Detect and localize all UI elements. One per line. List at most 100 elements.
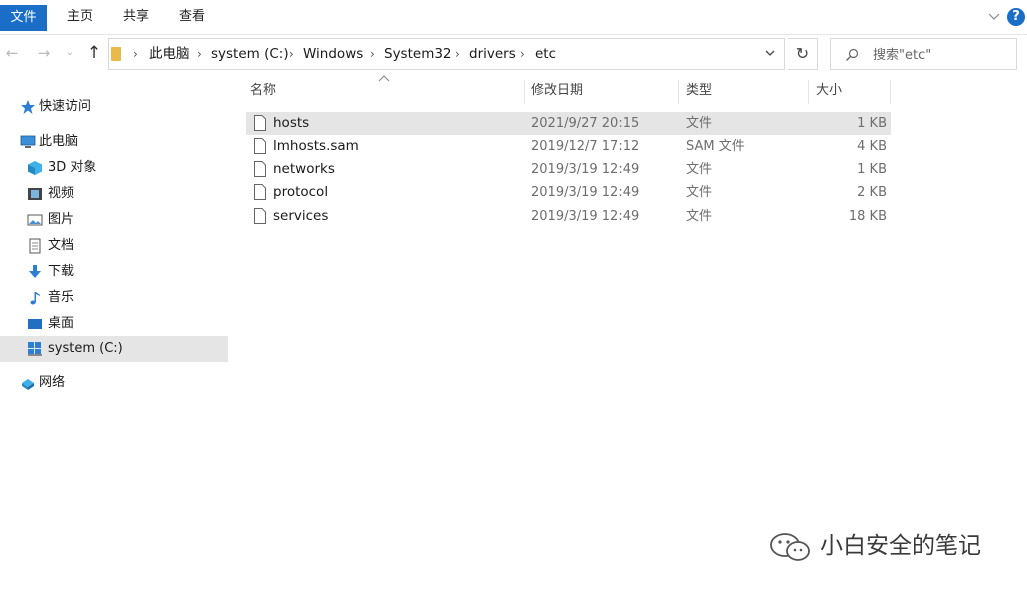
file-date: 2019/12/7 17:12 — [531, 139, 640, 154]
file-size: 4 KB — [857, 139, 887, 154]
file-row[interactable]: networks 2019/3/19 12:49 文件 1 KB — [246, 158, 891, 181]
sidebar-item-documents[interactable]: 文档 — [0, 233, 228, 259]
file-name: hosts — [273, 115, 310, 131]
file-type: 文件 — [686, 116, 713, 131]
file-size: 18 KB — [848, 209, 887, 224]
column-divider[interactable] — [808, 80, 809, 104]
sidebar-item-desktop[interactable]: 桌面 — [0, 311, 228, 337]
file-date: 2021/9/27 20:15 — [531, 116, 640, 131]
sidebar-item-label: 视频 — [48, 186, 75, 201]
search-icon — [846, 48, 859, 61]
chevron-right-icon[interactable]: › — [289, 39, 294, 69]
file-name: networks — [273, 161, 335, 177]
file-name: lmhosts.sam — [273, 138, 359, 154]
breadcrumb-etc[interactable]: etc — [535, 39, 556, 69]
breadcrumb-windows[interactable]: Windows — [303, 39, 363, 69]
file-icon — [254, 208, 266, 224]
back-button[interactable]: ← — [2, 42, 22, 64]
computer-icon — [20, 135, 36, 148]
network-icon — [22, 379, 34, 390]
sidebar-item-label: 下载 — [48, 264, 75, 279]
breadcrumb-system32[interactable]: System32 — [384, 39, 452, 69]
sidebar-item-label: 图片 — [48, 212, 75, 227]
column-header-type[interactable]: 类型 — [686, 78, 712, 104]
file-size: 1 KB — [857, 116, 887, 131]
ribbon: 文件 主页 共享 查看 ? — [0, 0, 1027, 35]
recent-locations-button[interactable]: ⌄ — [60, 42, 80, 64]
sidebar-item-label: 3D 对象 — [48, 160, 97, 175]
column-header-size[interactable]: 大小 — [816, 78, 842, 104]
file-icon — [254, 161, 266, 177]
sidebar-item-3d-objects[interactable]: 3D 对象 — [0, 155, 228, 181]
sidebar-item-videos[interactable]: 视频 — [0, 181, 228, 207]
address-dropdown-icon[interactable] — [763, 46, 777, 60]
chevron-down-icon[interactable] — [986, 8, 1002, 24]
document-icon — [29, 238, 41, 254]
file-type: SAM 文件 — [686, 139, 745, 154]
sidebar-item-system-c[interactable]: system (C:) — [0, 336, 228, 362]
file-icon — [254, 115, 266, 131]
file-size: 1 KB — [857, 162, 887, 177]
address-bar[interactable]: › 此电脑 › system (C:) › Windows › System32… — [108, 38, 785, 70]
column-header-name[interactable]: 名称 — [250, 78, 276, 104]
column-header-date[interactable]: 修改日期 — [531, 78, 583, 104]
file-row[interactable]: hosts 2021/9/27 20:15 文件 1 KB — [246, 112, 891, 135]
download-icon — [29, 265, 41, 278]
star-icon — [21, 100, 35, 114]
file-date: 2019/3/19 12:49 — [531, 209, 640, 224]
sidebar-item-label: 此电脑 — [39, 134, 79, 149]
sidebar-item-label: 桌面 — [48, 316, 75, 331]
file-icon — [254, 184, 266, 200]
breadcrumb-this-pc[interactable]: 此电脑 — [149, 39, 190, 69]
tab-file[interactable]: 文件 — [0, 5, 47, 31]
sidebar-item-network[interactable]: 网络 — [0, 370, 228, 396]
file-size: 2 KB — [857, 185, 887, 200]
sidebar-item-music[interactable]: 音乐 — [0, 285, 228, 311]
chevron-right-icon[interactable]: › — [133, 39, 138, 69]
sidebar-item-downloads[interactable]: 下载 — [0, 259, 228, 285]
file-date: 2019/3/19 12:49 — [531, 162, 640, 177]
music-icon — [30, 292, 40, 305]
sidebar-item-quick-access[interactable]: 快速访问 — [0, 94, 228, 120]
chevron-right-icon[interactable]: › — [197, 39, 202, 69]
tab-view[interactable]: 查看 — [179, 4, 205, 30]
sidebar-item-label: 快速访问 — [39, 99, 92, 114]
chevron-right-icon[interactable]: › — [455, 39, 460, 69]
file-type: 文件 — [686, 162, 713, 177]
tab-home[interactable]: 主页 — [67, 4, 93, 30]
sidebar-item-pictures[interactable]: 图片 — [0, 207, 228, 233]
chevron-right-icon[interactable]: › — [370, 39, 375, 69]
column-divider[interactable] — [678, 80, 679, 104]
up-button[interactable]: ↑ — [84, 42, 104, 64]
file-type: 文件 — [686, 185, 713, 200]
file-row[interactable]: protocol 2019/3/19 12:49 文件 2 KB — [246, 181, 891, 204]
sort-ascending-icon — [378, 75, 390, 82]
refresh-button[interactable]: ↻ — [788, 38, 818, 70]
wechat-icon — [770, 533, 810, 561]
navigation-pane: 快速访问 此电脑 3D 对象 视频 图片 文档 下载 音乐 桌面 system … — [0, 80, 228, 591]
sidebar-item-this-pc[interactable]: 此电脑 — [0, 129, 228, 155]
cube-3d-icon — [28, 161, 42, 175]
file-name: services — [273, 208, 329, 224]
search-box[interactable] — [830, 38, 1017, 70]
column-divider[interactable] — [890, 80, 891, 104]
chevron-right-icon[interactable]: › — [520, 39, 525, 69]
tab-share[interactable]: 共享 — [123, 4, 149, 30]
file-row[interactable]: services 2019/3/19 12:49 文件 18 KB — [246, 205, 891, 228]
search-input[interactable] — [871, 44, 1015, 66]
file-date: 2019/3/19 12:49 — [531, 185, 640, 200]
column-divider[interactable] — [524, 80, 525, 104]
file-icon — [254, 138, 266, 154]
help-button[interactable]: ? — [1007, 8, 1025, 26]
drive-icon — [28, 342, 42, 356]
sidebar-item-label: 音乐 — [48, 290, 75, 305]
file-type: 文件 — [686, 209, 713, 224]
file-row[interactable]: lmhosts.sam 2019/12/7 17:12 SAM 文件 4 KB — [246, 135, 891, 158]
breadcrumb-system-c[interactable]: system (C:) — [211, 39, 289, 69]
forward-button[interactable]: → — [34, 42, 54, 64]
breadcrumb-drivers[interactable]: drivers — [469, 39, 516, 69]
desktop-icon — [28, 319, 42, 329]
folder-icon — [111, 47, 121, 61]
picture-icon — [27, 214, 43, 226]
sidebar-item-label: 文档 — [48, 238, 75, 253]
